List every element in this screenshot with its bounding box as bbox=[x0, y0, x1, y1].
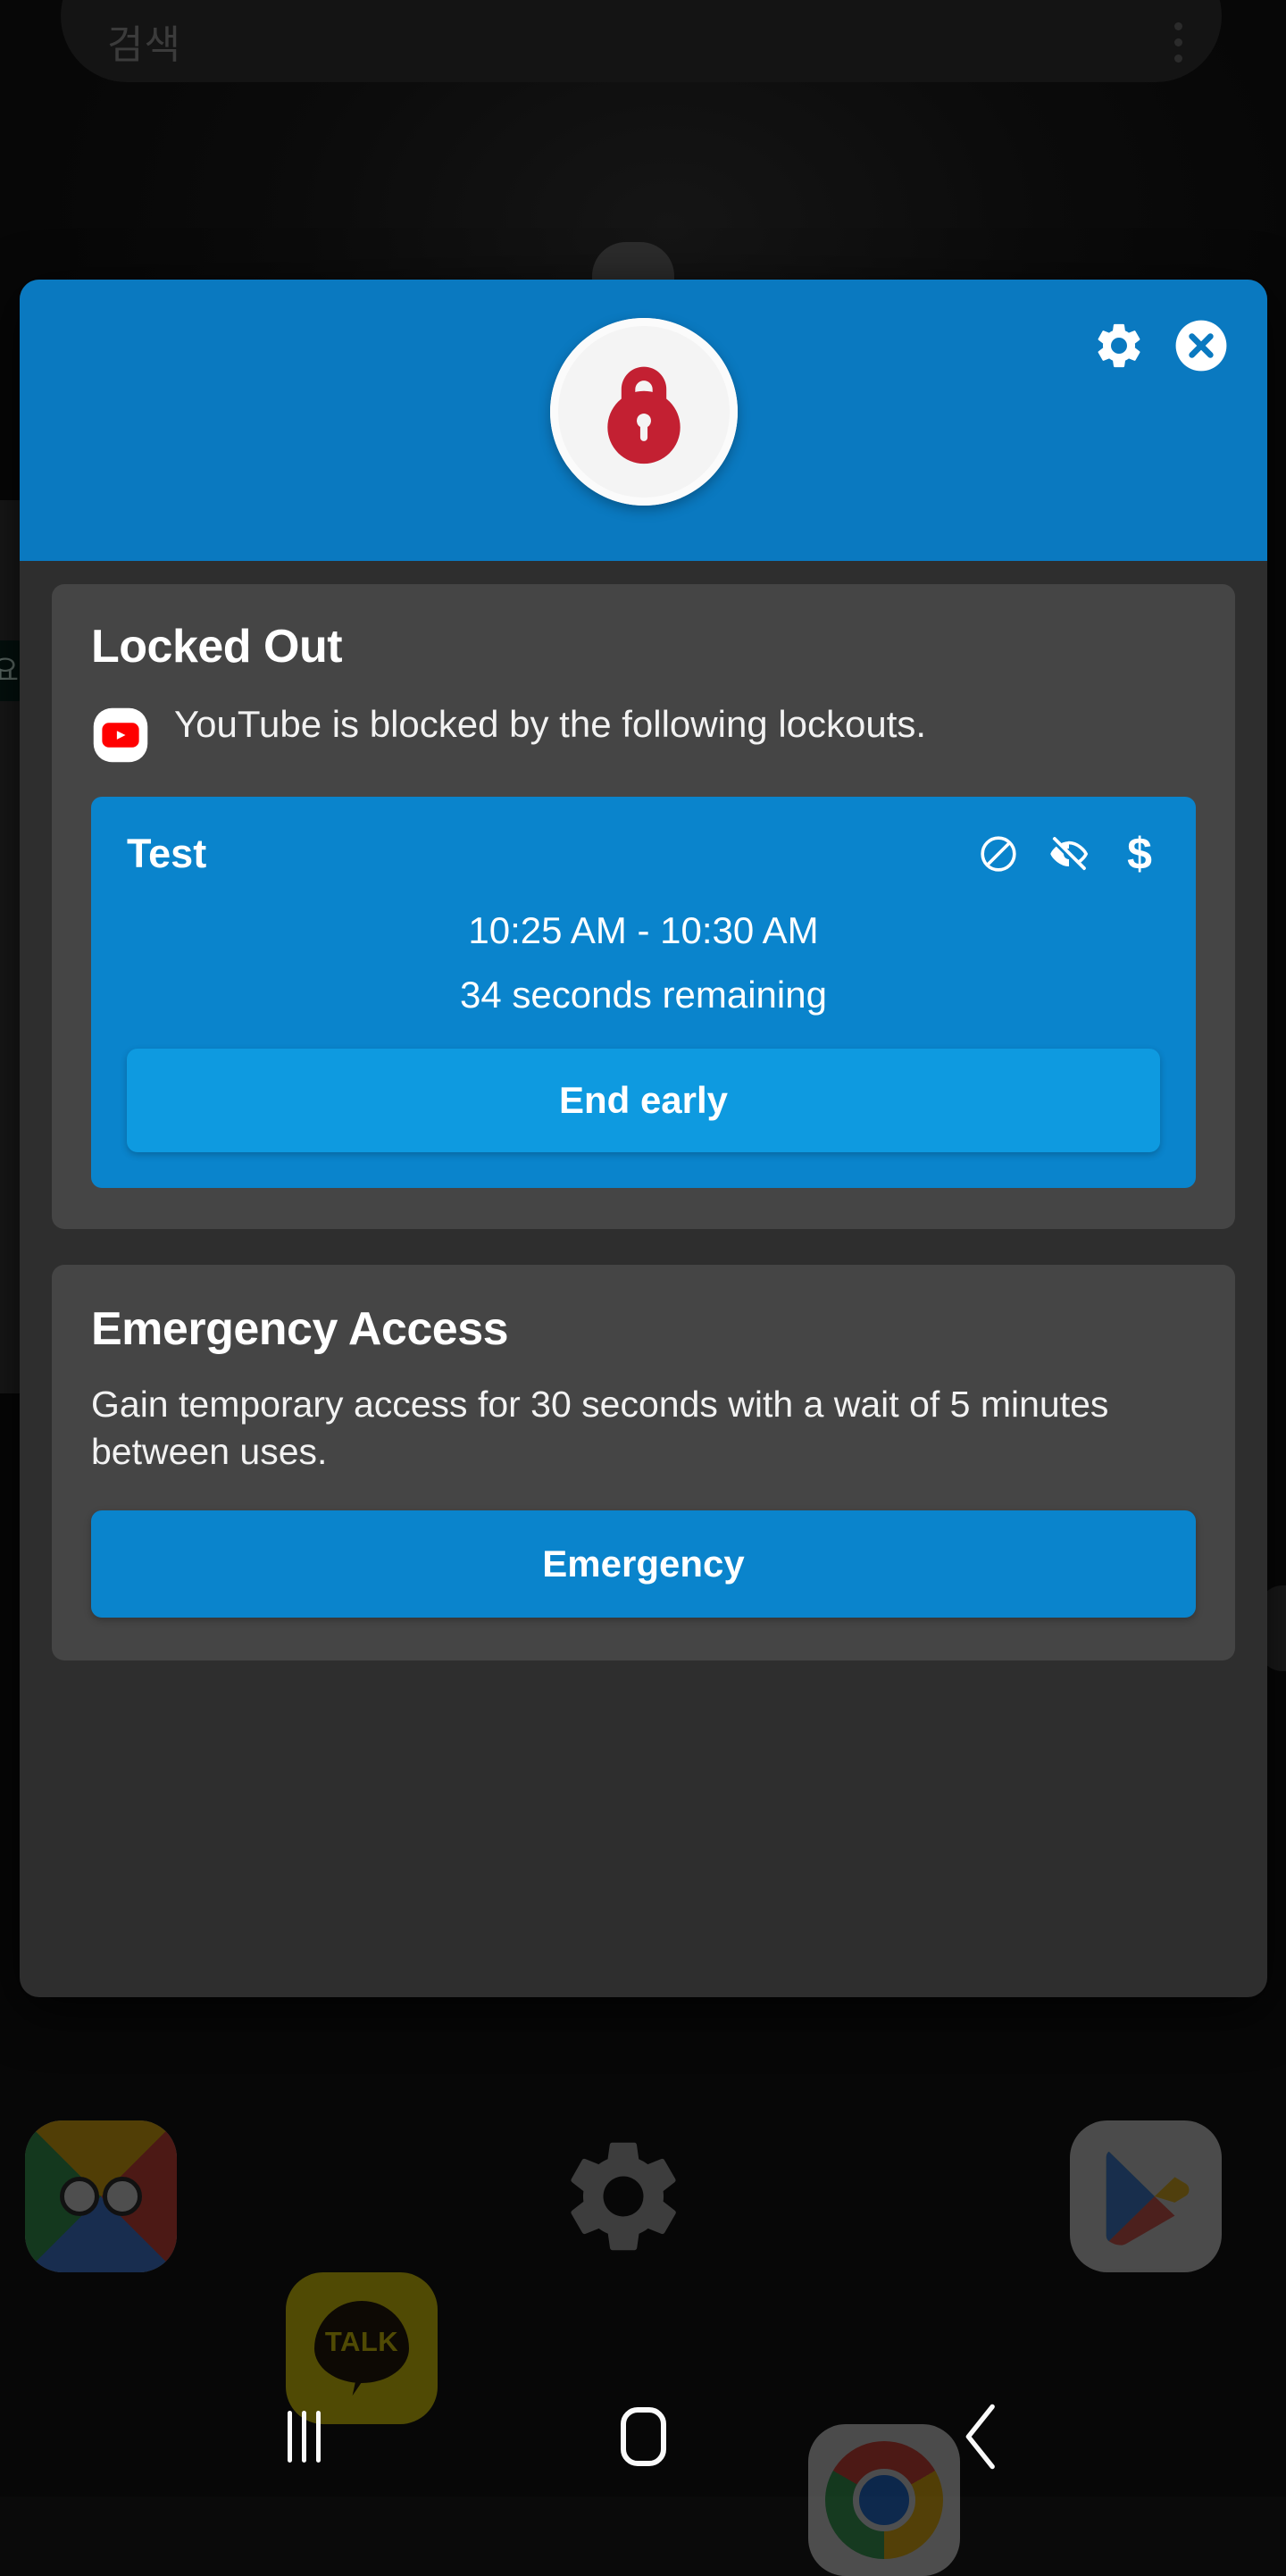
dialog-header-actions bbox=[1090, 317, 1230, 374]
close-circle-icon bbox=[1175, 320, 1227, 372]
close-button[interactable] bbox=[1173, 317, 1230, 374]
gear-icon bbox=[571, 2142, 676, 2251]
lockout-dialog: Locked Out YouTube is blocked by the fol… bbox=[20, 280, 1267, 1997]
dock-item-settings[interactable] bbox=[547, 2120, 699, 2272]
search-widget[interactable]: 검색 bbox=[61, 0, 1222, 82]
dialog-header bbox=[20, 280, 1267, 561]
dock-item-google[interactable] bbox=[25, 2120, 177, 2272]
nav-recents-button[interactable] bbox=[214, 2376, 393, 2497]
dialog-body: Locked Out YouTube is blocked by the fol… bbox=[20, 561, 1267, 1693]
google-icon bbox=[58, 2174, 144, 2219]
youtube-icon bbox=[91, 706, 150, 765]
locked-out-panel: Locked Out YouTube is blocked by the fol… bbox=[52, 584, 1235, 1229]
kakaotalk-icon: TALK bbox=[314, 2301, 409, 2384]
lock-badge bbox=[549, 318, 738, 506]
settings-button[interactable] bbox=[1090, 317, 1148, 374]
lockout-card: Test $ 10:25 AM - 10:30 AM 34 seconds re… bbox=[91, 797, 1196, 1188]
recents-icon bbox=[287, 2410, 321, 2463]
background-left-strip bbox=[0, 500, 20, 1393]
nav-back-button[interactable] bbox=[893, 2376, 1072, 2497]
blocked-app-message: YouTube is blocked by the following lock… bbox=[174, 703, 927, 745]
emergency-access-description: Gain temporary access for 30 seconds wit… bbox=[91, 1384, 1109, 1473]
home-icon bbox=[620, 2406, 666, 2466]
blocked-app-row: YouTube is blocked by the following lock… bbox=[91, 700, 1196, 765]
lockout-card-header: Test $ bbox=[127, 831, 1160, 877]
lockout-flag-icons: $ bbox=[978, 829, 1160, 879]
dollar-icon: $ bbox=[1127, 829, 1152, 879]
gear-icon bbox=[1098, 323, 1140, 368]
emergency-access-panel: Emergency Access Gain temporary access f… bbox=[52, 1265, 1235, 1660]
padlock-icon bbox=[606, 366, 681, 464]
end-early-button[interactable]: End early bbox=[127, 1049, 1160, 1152]
lockout-time-range: 10:25 AM - 10:30 AM bbox=[468, 909, 819, 951]
nav-home-button[interactable] bbox=[554, 2376, 732, 2497]
locked-out-title: Locked Out bbox=[91, 621, 343, 673]
emergency-button[interactable]: Emergency bbox=[91, 1510, 1196, 1618]
app-dock: TALK bbox=[0, 2120, 1286, 2576]
lockout-remaining: 34 seconds remaining bbox=[460, 974, 827, 1016]
lockout-name: Test bbox=[127, 831, 207, 876]
search-input[interactable]: 검색 bbox=[107, 13, 181, 70]
dock-item-play-store[interactable] bbox=[1070, 2120, 1222, 2272]
emergency-access-title: Emergency Access bbox=[91, 1303, 509, 1355]
system-navigation-bar bbox=[0, 2376, 1286, 2497]
eye-off-icon bbox=[1048, 833, 1090, 874]
back-chevron-icon bbox=[965, 2404, 995, 2469]
play-store-icon bbox=[1106, 2151, 1190, 2246]
block-icon bbox=[978, 833, 1019, 874]
more-vertical-icon[interactable] bbox=[1174, 22, 1182, 70]
